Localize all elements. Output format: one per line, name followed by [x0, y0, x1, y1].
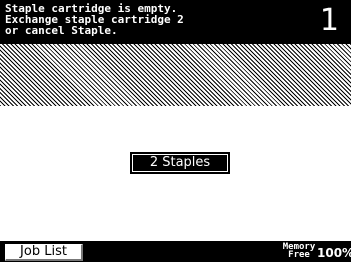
- staples-button[interactable]: 2 Staples: [130, 152, 230, 174]
- message-bar: Staple cartridge is empty. Exchange stap…: [0, 0, 351, 44]
- status-message: Staple cartridge is empty. Exchange stap…: [5, 3, 184, 36]
- status-message-line: or cancel Staple.: [5, 24, 118, 37]
- memory-label-bottom: Free: [288, 250, 310, 260]
- page-number: 1: [319, 3, 339, 38]
- copier-panel-screen: Staple cartridge is empty. Exchange stap…: [0, 0, 351, 262]
- memory-free-label: Memory Free: [281, 243, 317, 260]
- hatched-pattern-area: [0, 44, 351, 106]
- footer-bar: Job List Memory Free 100%: [0, 241, 351, 262]
- job-list-button[interactable]: Job List: [5, 244, 83, 261]
- memory-free-value: 100%: [317, 246, 351, 260]
